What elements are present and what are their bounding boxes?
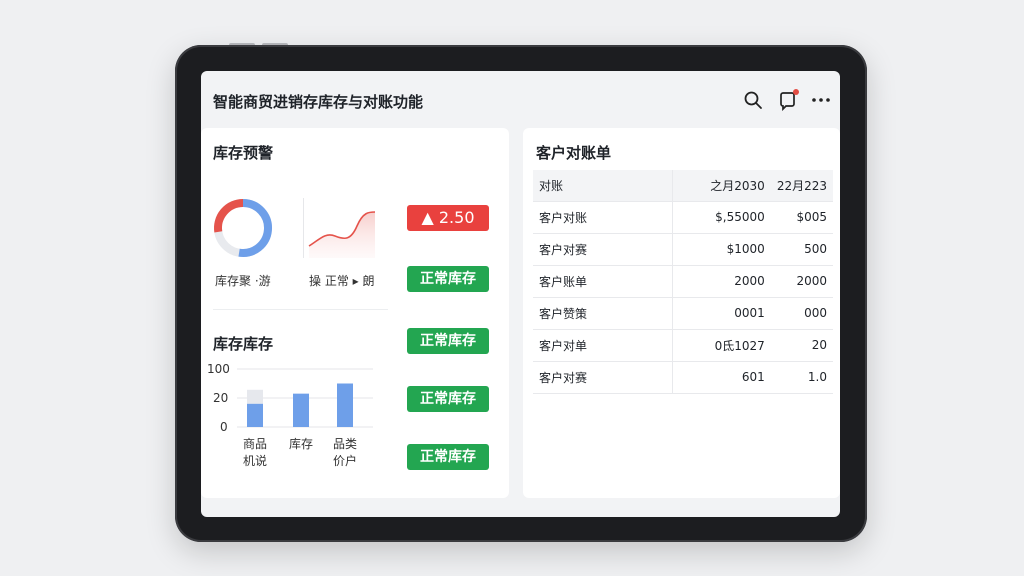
status-badge[interactable]: 正常库存: [407, 328, 489, 354]
table-cell: 2000: [672, 265, 771, 298]
search-icon[interactable]: [742, 89, 764, 111]
status-badge[interactable]: 正常库存: [407, 386, 489, 412]
table-cell: 客户对赛: [533, 233, 673, 266]
bar: [247, 403, 263, 427]
inventory-donut-chart: [213, 198, 273, 258]
table-cell: 0001: [672, 297, 771, 330]
table-cell: 1.0: [770, 361, 833, 394]
table-cell: 000: [770, 297, 833, 330]
bar-category-label: 库存: [288, 437, 313, 451]
reconciliation-panel: 客户对账单 对账 之月2030 22月223 客户对账 $,55000 $005…: [523, 128, 840, 498]
table-row[interactable]: 客户对赛 $1000 500: [533, 233, 833, 266]
table-row[interactable]: 客户赞策 0001 000: [533, 297, 833, 330]
status-badge[interactable]: 正常库存: [407, 444, 489, 470]
inventory-stock-title: 库存库存: [213, 335, 274, 353]
table-cell: 客户赞策: [533, 297, 673, 330]
reconciliation-title: 客户对账单: [536, 144, 612, 162]
section-divider: [213, 309, 388, 310]
table-cell: 0氐1027: [672, 329, 771, 362]
inventory-alert-title: 库存预警: [213, 144, 274, 162]
table-cell: 客户对单: [533, 329, 673, 362]
chart-divider: [303, 198, 304, 258]
table-cell: $1000: [672, 233, 771, 266]
table-row[interactable]: 客户账单 2000 2000: [533, 265, 833, 298]
table-cell: 客户对账: [533, 201, 673, 234]
alert-value-badge[interactable]: ▲ 2.50: [407, 205, 489, 231]
table-cell: $,55000: [672, 201, 771, 234]
table-header-cell: 22月223: [770, 170, 833, 202]
status-badge[interactable]: 正常库存: [407, 266, 489, 292]
trend-caption: 操 正常 ▸ 朗: [309, 274, 375, 288]
notification-icon[interactable]: [777, 89, 799, 112]
bar: [337, 383, 353, 427]
table-cell: 客户账单: [533, 265, 673, 298]
bar-category-label: 品类 价户: [332, 437, 357, 468]
table-cell: 601: [672, 361, 771, 394]
inventory-trend-chart: [307, 206, 377, 258]
notification-dot: [793, 89, 799, 95]
table-header-cell: 对账: [533, 170, 673, 202]
donut-caption: 库存聚 ·游: [215, 274, 271, 288]
reconciliation-table: 对账 之月2030 22月223 客户对账 $,55000 $005 客户对赛 …: [533, 170, 833, 394]
inventory-panel: 库存预警 库存聚 ·游 操 正常 ▸ 朗 ▲ 2.50 正常库存 库存库存 10…: [201, 128, 509, 498]
table-header-row: 对账 之月2030 22月223: [533, 170, 833, 202]
table-cell: 客户对赛: [533, 361, 673, 394]
table-cell: 20: [770, 329, 833, 362]
table-row[interactable]: 客户对账 $,55000 $005: [533, 201, 833, 234]
bar-background: [247, 389, 263, 404]
bar: [293, 393, 309, 427]
app-header: 智能商贸进销存库存与对账功能: [201, 71, 840, 128]
app-title: 智能商贸进销存库存与对账功能: [213, 93, 424, 111]
table-cell: 500: [770, 233, 833, 266]
table-row[interactable]: 客户对赛 601 1.0: [533, 361, 833, 394]
tablet-screen: 智能商贸进销存库存与对账功能 库存预警 库存聚 ·游 操 正常 ▸ 朗 ▲ 2.…: [201, 71, 840, 517]
table-header-cell: 之月2030: [672, 170, 771, 202]
table-cell: $005: [770, 201, 833, 234]
more-icon[interactable]: [810, 89, 832, 111]
table-row[interactable]: 客户对单 0氐1027 20: [533, 329, 833, 362]
bar-category-label: 商品 机说: [242, 437, 267, 468]
inventory-bar-chart: 100 20 0 商品 机说 库存 品类 价户: [201, 360, 391, 490]
table-cell: 2000: [770, 265, 833, 298]
